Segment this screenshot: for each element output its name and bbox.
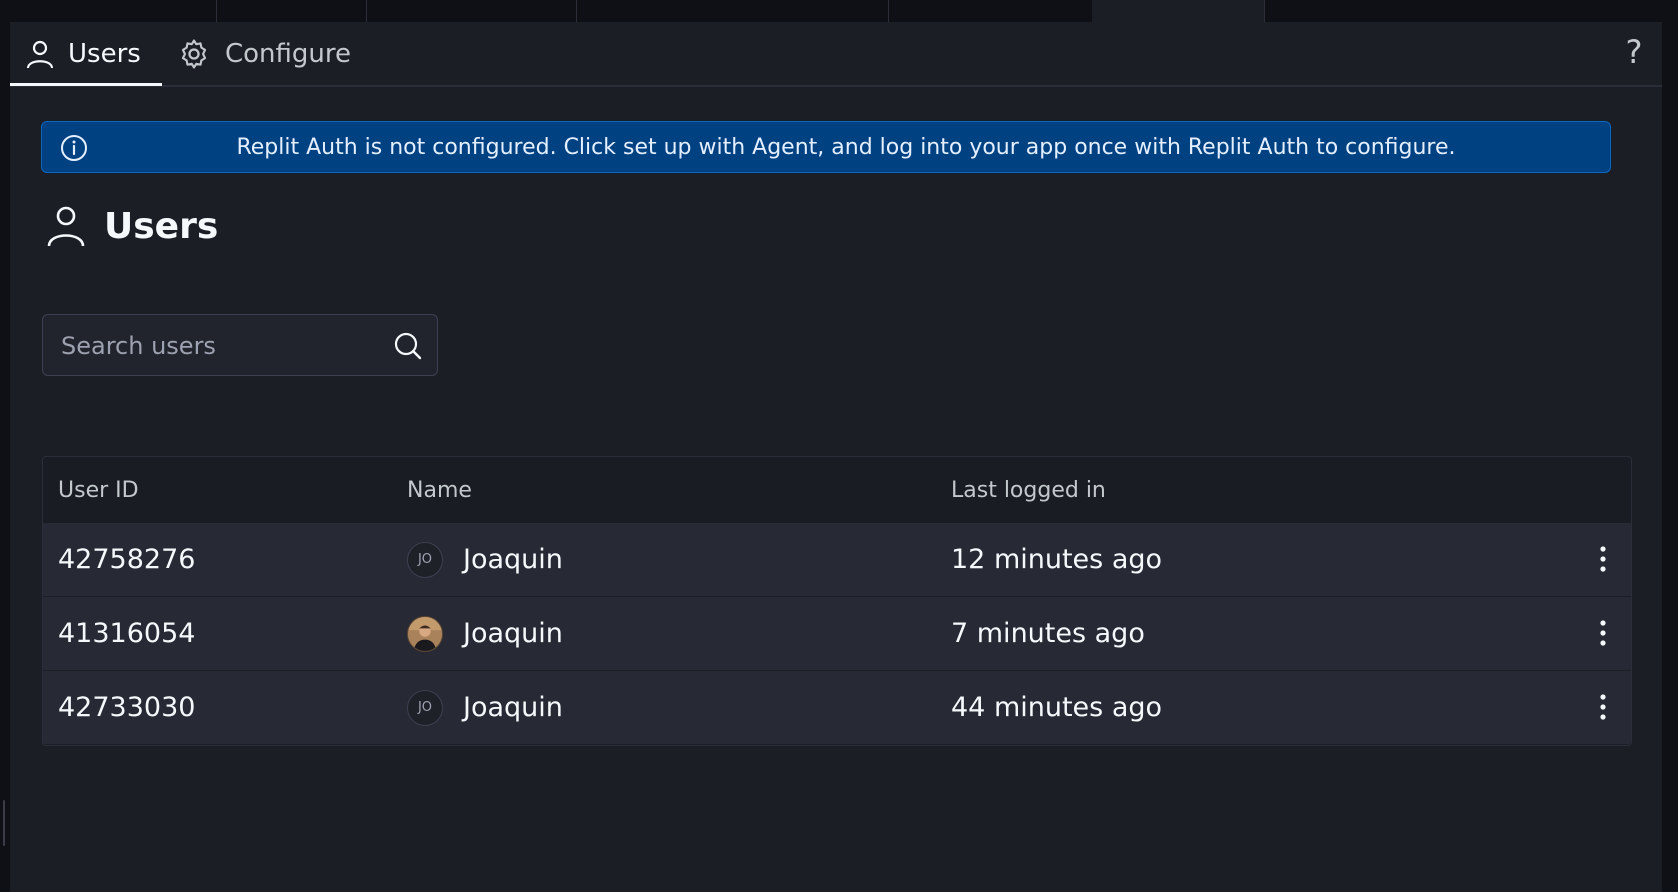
- user-icon: [26, 40, 54, 68]
- row-actions-button[interactable]: [1583, 613, 1623, 653]
- table-row[interactable]: 42733030 JO Joaquin 44 minutes ago: [43, 671, 1631, 745]
- search-icon[interactable]: [393, 331, 423, 361]
- search-input[interactable]: [59, 315, 383, 377]
- name-cell: JO Joaquin: [407, 523, 563, 596]
- user-name: Joaquin: [463, 692, 563, 723]
- page-title: Users: [104, 205, 219, 247]
- avatar: [407, 615, 443, 652]
- workspace-tab-strip: [10, 0, 1662, 22]
- tab-configure[interactable]: Configure: [177, 22, 351, 85]
- workspace-tab[interactable]: [366, 0, 577, 22]
- table-header: User ID Name Last logged in: [43, 457, 1631, 524]
- tab-users[interactable]: Users: [26, 22, 141, 85]
- last-logged-in-cell: 44 minutes ago: [951, 692, 1163, 723]
- more-vertical-icon: [1600, 694, 1606, 720]
- auth-not-configured-banner: Replit Auth is not configured. Click set…: [41, 121, 1611, 173]
- table-row[interactable]: 41316054 Joaquin 7 minutes ago: [43, 597, 1631, 671]
- column-header-name: Name: [407, 477, 472, 503]
- workspace-tab[interactable]: [216, 0, 367, 22]
- name-cell: Joaquin: [407, 597, 563, 670]
- help-button[interactable]: ?: [1614, 30, 1654, 74]
- user-id-cell: 41316054: [58, 618, 196, 649]
- help-icon: ?: [1625, 33, 1643, 71]
- more-vertical-icon: [1600, 546, 1606, 572]
- last-logged-in-cell: 7 minutes ago: [951, 618, 1145, 649]
- column-header-last-logged-in: Last logged in: [951, 477, 1106, 503]
- pane-tab-bar: Users Configure ?: [10, 22, 1662, 87]
- avatar-photo: [408, 616, 442, 651]
- user-id-cell: 42733030: [58, 692, 196, 723]
- workspace-tab[interactable]: [888, 0, 1093, 22]
- auth-pane: Users Configure ? Replit Auth is not con…: [10, 22, 1662, 892]
- banner-message: Replit Auth is not configured. Click set…: [236, 134, 1456, 160]
- workspace-tab[interactable]: [576, 0, 889, 22]
- gear-icon: [181, 38, 207, 69]
- left-panel-edge: [0, 0, 10, 892]
- search-box: [42, 314, 438, 377]
- row-actions-button[interactable]: [1583, 539, 1623, 579]
- avatar: JO: [407, 541, 443, 578]
- page-header: Users: [46, 202, 218, 250]
- users-table: User ID Name Last logged in 42758276 JO …: [42, 456, 1632, 746]
- workspace-tab[interactable]: [10, 0, 217, 22]
- right-panel-edge: [1662, 0, 1678, 892]
- last-logged-in-cell: 12 minutes ago: [951, 544, 1163, 575]
- tab-configure-label: Configure: [225, 38, 352, 69]
- user-name: Joaquin: [463, 618, 563, 649]
- avatar: JO: [407, 689, 443, 726]
- active-tab-indicator: [10, 83, 162, 86]
- more-vertical-icon: [1600, 620, 1606, 646]
- user-id-cell: 42758276: [58, 544, 196, 575]
- column-header-user-id: User ID: [58, 477, 139, 503]
- table-row[interactable]: 42758276 JO Joaquin 12 minutes ago: [43, 523, 1631, 597]
- user-icon: [47, 206, 85, 247]
- info-icon: [61, 135, 87, 161]
- resize-handle[interactable]: [3, 800, 5, 846]
- user-name: Joaquin: [463, 544, 563, 575]
- workspace-tab-active[interactable]: [1092, 0, 1265, 22]
- name-cell: JO Joaquin: [407, 671, 563, 744]
- tab-users-label: Users: [68, 38, 141, 69]
- row-actions-button[interactable]: [1583, 687, 1623, 727]
